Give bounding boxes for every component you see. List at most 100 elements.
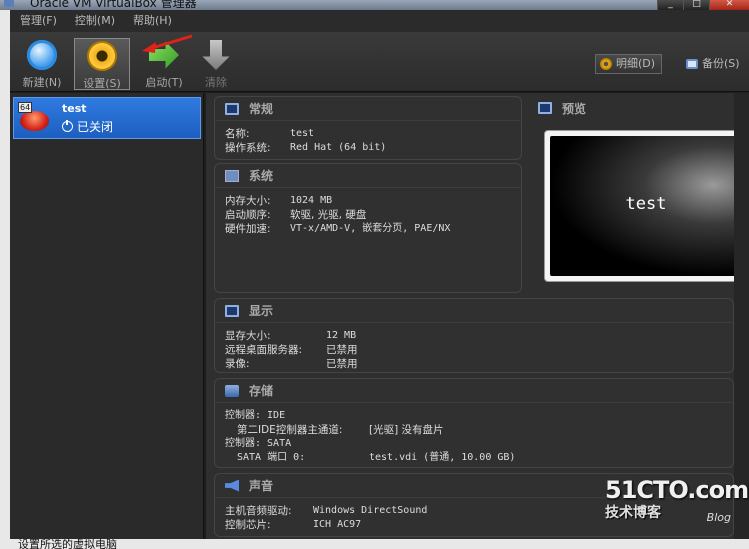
power-off-icon bbox=[62, 120, 73, 132]
audio-chip-key: 控制芯片: bbox=[225, 519, 271, 531]
general-body: 名称: test 操作系统: Red Hat (64 bit) bbox=[225, 127, 513, 155]
main-toolbar: 新建(N) 设置(S) 启动(T) 清除 明细(D) 备份(S) bbox=[10, 32, 749, 92]
monitor-icon bbox=[225, 304, 239, 317]
storage-title: 存储 bbox=[249, 384, 274, 398]
vm-os-icon: 64 bbox=[18, 102, 50, 134]
preview-title: 预览 bbox=[562, 101, 587, 116]
watermark-site: 51CTO.com bbox=[605, 476, 749, 504]
menu-bar: 管理(F) 控制(M) 帮助(H) bbox=[10, 10, 749, 32]
details-scrollbar[interactable] bbox=[734, 93, 749, 539]
storage-sata-port-value: test.vdi (普通, 10.00 GB) bbox=[369, 452, 516, 463]
display-vram-key: 显存大小: bbox=[225, 330, 271, 342]
monitor-icon bbox=[538, 102, 552, 114]
discard-button[interactable]: 清除 bbox=[188, 38, 244, 90]
display-title: 显示 bbox=[249, 304, 274, 318]
general-os-key: 操作系统: bbox=[225, 142, 271, 154]
vm-preview-display: test bbox=[550, 136, 742, 276]
preview-section: 预览 test bbox=[528, 96, 749, 294]
vm-list: 64 test 已关闭 bbox=[10, 93, 204, 539]
snapshots-button[interactable]: 备份(S) bbox=[682, 54, 746, 74]
display-rdp-key: 远程桌面服务器: bbox=[225, 344, 303, 356]
audio-chip-value: ICH AC97 bbox=[313, 519, 362, 530]
general-section: 常规 名称: test 操作系统: Red Hat (64 bit) bbox=[214, 96, 522, 160]
menu-control[interactable]: 控制(M) bbox=[75, 10, 115, 32]
general-os-value: Red Hat (64 bit) bbox=[290, 142, 387, 153]
audio-title: 声音 bbox=[249, 479, 274, 493]
storage-controller-sata: 控制器: SATA bbox=[225, 438, 292, 449]
vm-preview-screen: test bbox=[544, 130, 748, 282]
vm-name: test bbox=[62, 102, 87, 115]
virtualbox-app-icon bbox=[4, 0, 14, 7]
system-header[interactable]: 系统 bbox=[215, 164, 521, 188]
general-title: 常规 bbox=[249, 102, 274, 116]
system-boot-key: 启动顺序: bbox=[225, 209, 271, 221]
redhat-icon bbox=[20, 111, 49, 131]
snapshots-label: 备份(S) bbox=[702, 57, 740, 70]
storage-header[interactable]: 存储 bbox=[215, 379, 733, 403]
vm-state: 已关闭 bbox=[62, 118, 113, 135]
chip-icon bbox=[225, 169, 239, 182]
status-bar: 设置所选的虚拟电脑 bbox=[10, 539, 749, 549]
display-vram-value: 12 MB bbox=[326, 330, 357, 341]
watermark-blog: Blog bbox=[706, 511, 731, 524]
storage-ide-port-key: 第二IDE控制器主通道: bbox=[237, 424, 343, 436]
preview-header[interactable]: 预览 bbox=[528, 96, 749, 120]
storage-ide-port-value: [光驱] 没有盘片 bbox=[369, 424, 444, 436]
close-button[interactable]: ✕ bbox=[709, 0, 749, 10]
vm-list-item-test[interactable]: 64 test 已关闭 bbox=[13, 97, 201, 139]
new-vm-button[interactable]: 新建(N) bbox=[14, 38, 70, 90]
details-label: 明细(D) bbox=[616, 57, 656, 70]
details-button[interactable]: 明细(D) bbox=[595, 54, 663, 74]
monitor-icon bbox=[225, 102, 239, 115]
settings-label: 设置(S) bbox=[83, 77, 121, 90]
system-title: 系统 bbox=[249, 169, 274, 183]
discard-label: 清除 bbox=[205, 76, 227, 89]
new-vm-label: 新建(N) bbox=[22, 76, 62, 89]
discard-down-arrow-icon bbox=[202, 40, 230, 70]
annotation-arrow bbox=[142, 34, 193, 53]
system-memory-key: 内存大小: bbox=[225, 195, 271, 207]
status-text: 设置所选的虚拟电脑 bbox=[18, 539, 117, 549]
audio-driver-value: Windows DirectSound bbox=[313, 505, 428, 516]
minimize-button[interactable]: _ bbox=[657, 0, 683, 10]
display-section: 显示 显存大小: 12 MB 远程桌面服务器: 已禁用 录像: 已禁用 bbox=[214, 298, 734, 373]
details-pane: 常规 名称: test 操作系统: Red Hat (64 bit) 系统 内存大小… bbox=[206, 93, 749, 539]
storage-disk-icon bbox=[225, 384, 239, 397]
system-memory-value: 1024 MB bbox=[290, 195, 333, 206]
window-left-edge bbox=[0, 10, 10, 549]
storage-body: 控制器: IDE 第二IDE控制器主通道: [光驱] 没有盘片 控制器: SATA… bbox=[225, 409, 725, 465]
general-header[interactable]: 常规 bbox=[215, 97, 521, 121]
system-body: 内存大小: 1024 MB 启动顺序: 软驱, 光驱, 硬盘 硬件加速: VT-x/A… bbox=[225, 194, 513, 236]
settings-button[interactable]: 设置(S) bbox=[74, 38, 130, 90]
gear-icon bbox=[600, 58, 612, 70]
window-title: Oracle VM VirtualBox 管理器 bbox=[30, 0, 197, 10]
camera-icon bbox=[686, 59, 698, 69]
general-name-key: 名称: bbox=[225, 128, 250, 140]
display-recording-key: 录像: bbox=[225, 358, 250, 370]
storage-sata-port-key: SATA 端口 0: bbox=[237, 452, 306, 463]
storage-section: 存储 控制器: IDE 第二IDE控制器主通道: [光驱] 没有盘片 控制器: S… bbox=[214, 378, 734, 468]
maximize-button[interactable]: □ bbox=[683, 0, 709, 10]
system-boot-value: 软驱, 光驱, 硬盘 bbox=[290, 209, 367, 221]
window-controls: _ □ ✕ bbox=[657, 0, 749, 10]
display-rdp-value: 已禁用 bbox=[326, 344, 358, 356]
storage-controller-ide: 控制器: IDE bbox=[225, 410, 286, 421]
system-accel-value: VT-x/AMD-V, 嵌套分页, PAE/NX bbox=[290, 223, 451, 234]
audio-driver-key: 主机音频驱动: bbox=[225, 505, 292, 517]
gear-icon bbox=[87, 41, 117, 71]
new-star-icon bbox=[27, 40, 57, 70]
display-body: 显存大小: 12 MB 远程桌面服务器: 已禁用 录像: 已禁用 bbox=[225, 329, 725, 371]
system-section: 系统 内存大小: 1024 MB 启动顺序: 软驱, 光驱, 硬盘 硬件加速: VT-… bbox=[214, 163, 522, 293]
window-titlebar: Oracle VM VirtualBox 管理器 _ □ ✕ bbox=[0, 0, 749, 10]
display-header[interactable]: 显示 bbox=[215, 299, 733, 323]
arch-badge: 64 bbox=[18, 102, 33, 113]
start-label: 启动(T) bbox=[145, 76, 183, 89]
system-accel-key: 硬件加速: bbox=[225, 223, 271, 235]
vm-preview-text: test bbox=[625, 194, 667, 214]
speaker-icon bbox=[225, 479, 239, 492]
general-name-value: test bbox=[290, 128, 315, 139]
menu-help[interactable]: 帮助(H) bbox=[133, 10, 172, 32]
menu-manage[interactable]: 管理(F) bbox=[20, 10, 57, 32]
display-recording-value: 已禁用 bbox=[326, 358, 358, 370]
vm-state-label: 已关闭 bbox=[77, 120, 114, 134]
